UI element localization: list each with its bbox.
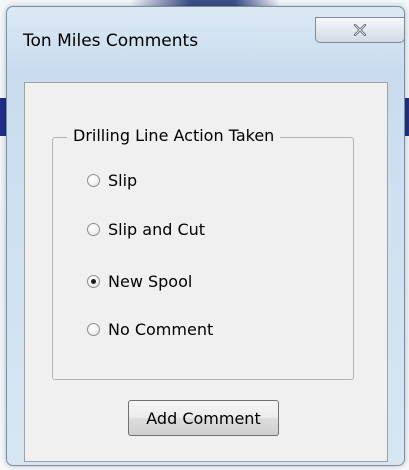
close-icon xyxy=(353,24,367,36)
radio-button-icon[interactable] xyxy=(87,222,100,236)
radio-option-no-comment[interactable]: No Comment xyxy=(87,317,213,341)
radio-label: No Comment xyxy=(108,319,214,339)
radio-button-icon[interactable] xyxy=(87,173,100,187)
dialog-client-area: Drilling Line Action Taken Slip Slip and… xyxy=(24,82,388,462)
radio-button-icon[interactable] xyxy=(87,274,100,288)
window-title: Ton Miles Comments xyxy=(23,31,199,51)
radio-label: Slip xyxy=(108,170,138,190)
group-label: Drilling Line Action Taken xyxy=(67,126,281,145)
radio-button-icon[interactable] xyxy=(87,322,100,336)
drilling-line-action-group: Drilling Line Action Taken Slip Slip and… xyxy=(52,126,354,380)
radio-option-slip[interactable]: Slip xyxy=(87,168,137,192)
dialog-window: Ton Miles Comments Drilling Line Action … xyxy=(6,6,405,466)
radio-option-new-spool[interactable]: New Spool xyxy=(87,269,192,293)
add-comment-button[interactable]: Add Comment xyxy=(128,400,279,436)
radio-option-slip-and-cut[interactable]: Slip and Cut xyxy=(87,217,205,241)
radio-label: Slip and Cut xyxy=(108,219,206,239)
radio-label: New Spool xyxy=(108,271,193,291)
close-button[interactable] xyxy=(315,17,405,43)
